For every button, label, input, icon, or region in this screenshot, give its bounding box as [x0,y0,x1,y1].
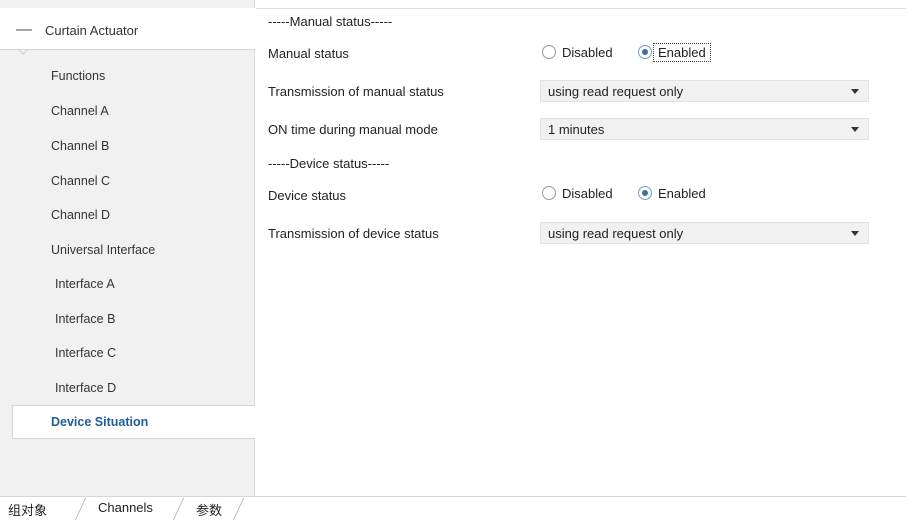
sidebar-item-channel-d[interactable]: Channel D [51,208,110,222]
parameter-panel: -----Manual status----- Manual status Di… [256,0,906,496]
param-label-on-time: ON time during manual mode [268,122,438,137]
tab-group-objects[interactable]: 组对象 [8,500,47,519]
section-title-manual-status: -----Manual status----- [268,14,393,29]
param-label-manual-status: Manual status [268,46,349,61]
select-value: 1 minutes [548,122,605,137]
radio-label: Enabled [658,186,706,201]
sidebar-header-curtain-actuator[interactable]: — Curtain Actuator [0,8,255,50]
dropdown-arrow-icon[interactable] [851,231,859,236]
sidebar-item-interface-c[interactable]: Interface C [55,346,116,360]
sidebar-selected-label: Device Situation [51,415,149,429]
bottom-tab-bar: 组对象 Channels 参数 [0,496,906,520]
section-title-device-status: -----Device status----- [268,156,390,171]
dropdown-arrow-icon[interactable] [851,127,859,132]
select-value: using read request only [548,226,684,241]
on-time-select[interactable]: 1 minutes [540,118,869,140]
radio-label: Disabled [562,186,613,201]
radio-unchecked-icon[interactable] [542,186,556,200]
sidebar-item-channel-b[interactable]: Channel B [51,139,109,153]
param-label-transmission-manual: Transmission of manual status [268,84,444,99]
transmission-device-select[interactable]: using read request only [540,222,869,244]
radio-label: Disabled [562,45,613,60]
sidebar-item-interface-a[interactable]: Interface A [55,277,115,291]
sidebar-item-device-situation[interactable]: Device Situation [12,405,255,439]
radio-unchecked-icon[interactable] [542,45,556,59]
sidebar-item-channel-a[interactable]: Channel A [51,104,109,118]
radio-label: Enabled [653,43,711,62]
tree-notch-icon [18,49,28,55]
transmission-manual-select[interactable]: using read request only [540,80,869,102]
sidebar-item-universal-interface[interactable]: Universal Interface [51,243,155,257]
sidebar-item-interface-d[interactable]: Interface D [55,381,116,395]
sidebar-item-interface-b[interactable]: Interface B [55,312,115,326]
radio-checked-icon[interactable] [638,45,652,59]
param-label-device-status: Device status [268,188,347,203]
sidebar: — Curtain Actuator Functions Channel A C… [0,0,255,496]
minus-icon[interactable]: — [16,21,32,39]
divider [256,8,906,9]
sidebar-item-functions[interactable]: Functions [51,69,105,83]
tab-channels[interactable]: Channels [98,500,153,515]
select-value: using read request only [548,84,684,99]
sidebar-item-channel-c[interactable]: Channel C [51,174,110,188]
param-label-transmission-device: Transmission of device status [268,226,439,241]
radio-checked-icon[interactable] [638,186,652,200]
tab-parameters[interactable]: 参数 [196,500,222,519]
dropdown-arrow-icon[interactable] [851,89,859,94]
sidebar-header-label: Curtain Actuator [45,23,139,38]
